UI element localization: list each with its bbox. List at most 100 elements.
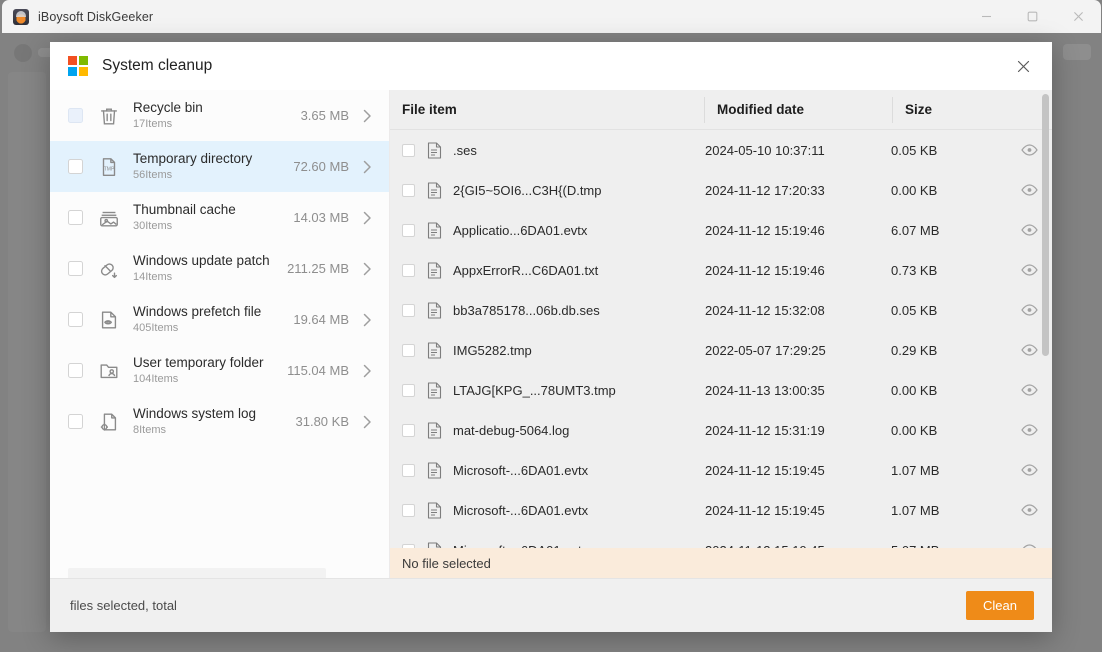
category-text: Temporary directory 56Items bbox=[133, 151, 287, 182]
sidebar-item-temporary-directory[interactable]: TMP Temporary directory 56Items 72.60 MB bbox=[50, 141, 389, 192]
category-item-count: 104Items bbox=[133, 373, 281, 386]
dialog-footer: files selected, total Clean bbox=[50, 578, 1052, 632]
category-label: Windows prefetch file bbox=[133, 304, 287, 320]
row-checkbox[interactable] bbox=[402, 464, 415, 477]
table-row[interactable]: IMG5282.tmp 2022-05-07 17:29:25 0.29 KB bbox=[390, 330, 1052, 370]
file-size: 0.00 KB bbox=[891, 423, 1001, 438]
sidebar-item-windows-update-patch[interactable]: Windows update patch 14Items 211.25 MB bbox=[50, 243, 389, 294]
trash-icon bbox=[96, 103, 122, 129]
table-row[interactable]: Applicatio...6DA01.evtx 2024-11-12 15:19… bbox=[390, 210, 1052, 250]
row-checkbox[interactable] bbox=[402, 424, 415, 437]
sidebar-item-thumbnail-cache[interactable]: Thumbnail cache 30Items 14.03 MB bbox=[50, 192, 389, 243]
file-name: bb3a785178...06b.db.ses bbox=[453, 303, 703, 318]
prefetch-icon bbox=[96, 307, 122, 333]
sidebar-item-windows-system-log[interactable]: Windows system log 8Items 31.80 KB bbox=[50, 396, 389, 447]
column-header-size: Size bbox=[892, 97, 1052, 123]
thumbnail-icon bbox=[96, 205, 122, 231]
category-checkbox[interactable] bbox=[68, 312, 83, 327]
file-name: .ses bbox=[453, 143, 703, 158]
row-checkbox-cell bbox=[390, 424, 416, 437]
table-row[interactable]: Microsoft-...6DA01.evtx 2024-11-12 15:19… bbox=[390, 530, 1052, 548]
dialog-header: System cleanup bbox=[50, 42, 1052, 90]
chevron-right-icon[interactable] bbox=[357, 160, 377, 174]
table-row[interactable]: Microsoft-...6DA01.evtx 2024-11-12 15:19… bbox=[390, 450, 1052, 490]
sidebar-item-user-temporary-folder[interactable]: User temporary folder 104Items 115.04 MB bbox=[50, 345, 389, 396]
row-checkbox[interactable] bbox=[402, 144, 415, 157]
row-checkbox-cell bbox=[390, 224, 416, 237]
row-checkbox-cell bbox=[390, 304, 416, 317]
chevron-right-icon[interactable] bbox=[357, 364, 377, 378]
row-checkbox[interactable] bbox=[402, 224, 415, 237]
chevron-right-icon[interactable] bbox=[357, 211, 377, 225]
maximize-icon[interactable] bbox=[1009, 0, 1055, 33]
background-ghost-panel bbox=[1063, 44, 1091, 60]
cleanup-category-list: Recycle bin 17Items 3.65 MB TMP bbox=[50, 90, 390, 578]
row-checkbox[interactable] bbox=[402, 344, 415, 357]
category-label: User temporary folder bbox=[133, 355, 281, 371]
tmp-file-icon: TMP bbox=[96, 154, 122, 180]
selection-summary: files selected, total bbox=[70, 598, 177, 613]
chevron-right-icon[interactable] bbox=[357, 262, 377, 276]
close-icon[interactable] bbox=[1055, 0, 1101, 33]
category-checkbox[interactable] bbox=[68, 210, 83, 225]
patch-icon bbox=[96, 256, 122, 282]
file-modified-date: 2024-11-12 15:19:45 bbox=[703, 503, 891, 518]
category-checkbox[interactable] bbox=[68, 159, 83, 174]
window-titlebar: iBoysoft DiskGeeker bbox=[2, 0, 1101, 33]
table-row[interactable]: Microsoft-...6DA01.evtx 2024-11-12 15:19… bbox=[390, 490, 1052, 530]
table-row[interactable]: bb3a785178...06b.db.ses 2024-11-12 15:32… bbox=[390, 290, 1052, 330]
category-text: Windows system log 8Items bbox=[133, 406, 290, 437]
column-header-modified-date: Modified date bbox=[704, 97, 892, 123]
row-checkbox-cell bbox=[390, 144, 416, 157]
category-item-count: 17Items bbox=[133, 118, 295, 131]
row-checkbox-cell bbox=[390, 264, 416, 277]
file-modified-date: 2024-11-12 15:32:08 bbox=[703, 303, 891, 318]
row-checkbox[interactable] bbox=[402, 304, 415, 317]
table-row[interactable]: AppxErrorR...C6DA01.txt 2024-11-12 15:19… bbox=[390, 250, 1052, 290]
dialog-body: Recycle bin 17Items 3.65 MB TMP bbox=[50, 90, 1052, 578]
clean-button[interactable]: Clean bbox=[966, 591, 1034, 620]
table-row[interactable]: 2{GI5~5OI6...C3H{(D.tmp 2024-11-12 17:20… bbox=[390, 170, 1052, 210]
sidebar-item-recycle-bin[interactable]: Recycle bin 17Items 3.65 MB bbox=[50, 90, 389, 141]
category-label: Temporary directory bbox=[133, 151, 287, 167]
system-cleanup-dialog: System cleanup bbox=[50, 42, 1052, 632]
category-label: Windows system log bbox=[133, 406, 290, 422]
file-size: 0.00 KB bbox=[891, 383, 1001, 398]
category-item-count: 8Items bbox=[133, 424, 290, 437]
file-size: 0.00 KB bbox=[891, 183, 1001, 198]
category-checkbox[interactable] bbox=[68, 261, 83, 276]
file-name: Applicatio...6DA01.evtx bbox=[453, 223, 703, 238]
row-checkbox-cell bbox=[390, 384, 416, 397]
category-size: 14.03 MB bbox=[293, 210, 349, 225]
document-icon bbox=[425, 261, 443, 279]
user-folder-icon bbox=[96, 358, 122, 384]
file-modified-date: 2024-11-12 17:20:33 bbox=[703, 183, 891, 198]
category-checkbox[interactable] bbox=[68, 363, 83, 378]
sidebar-item-windows-prefetch-file[interactable]: Windows prefetch file 405Items 19.64 MB bbox=[50, 294, 389, 345]
category-label: Windows update patch bbox=[133, 253, 281, 269]
row-checkbox-cell bbox=[390, 184, 416, 197]
chevron-right-icon[interactable] bbox=[357, 415, 377, 429]
file-list-scrollbar-thumb[interactable] bbox=[1042, 94, 1049, 356]
close-icon[interactable] bbox=[1008, 51, 1038, 81]
category-size: 72.60 MB bbox=[293, 159, 349, 174]
document-icon bbox=[425, 421, 443, 439]
category-checkbox[interactable] bbox=[68, 414, 83, 429]
chevron-right-icon[interactable] bbox=[357, 313, 377, 327]
table-row[interactable]: .ses 2024-05-10 10:37:11 0.05 KB bbox=[390, 130, 1052, 170]
file-modified-date: 2024-11-13 13:00:35 bbox=[703, 383, 891, 398]
row-checkbox[interactable] bbox=[402, 504, 415, 517]
table-row[interactable]: mat-debug-5064.log 2024-11-12 15:31:19 0… bbox=[390, 410, 1052, 450]
minimize-icon[interactable] bbox=[963, 0, 1009, 33]
document-icon bbox=[425, 461, 443, 479]
file-selection-status: No file selected bbox=[390, 548, 1052, 578]
row-checkbox[interactable] bbox=[402, 384, 415, 397]
category-checkbox[interactable] bbox=[68, 108, 83, 123]
row-checkbox[interactable] bbox=[402, 184, 415, 197]
file-modified-date: 2024-05-10 10:37:11 bbox=[703, 143, 891, 158]
table-row[interactable]: LTAJG[KPG_...78UMT3.tmp 2024-11-13 13:00… bbox=[390, 370, 1052, 410]
file-name: IMG5282.tmp bbox=[453, 343, 703, 358]
chevron-right-icon[interactable] bbox=[357, 109, 377, 123]
document-icon bbox=[425, 501, 443, 519]
row-checkbox[interactable] bbox=[402, 264, 415, 277]
